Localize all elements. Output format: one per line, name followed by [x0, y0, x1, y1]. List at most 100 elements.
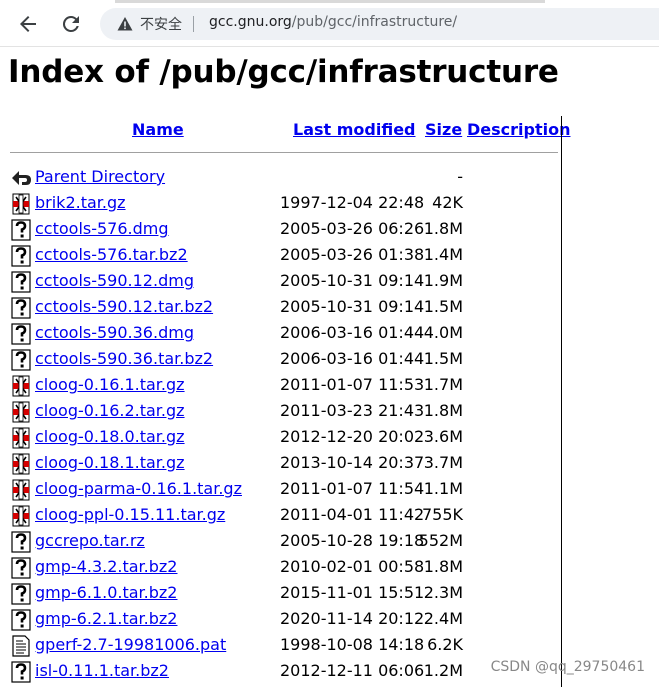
file-size: 1.9M [423, 271, 463, 290]
address-bar[interactable]: 不安全 gcc.gnu.org/pub/gcc/infrastructure/ [100, 8, 659, 40]
file-date: 1998-10-08 14:18 [280, 635, 425, 654]
file-link[interactable]: gccrepo.tar.rz [35, 531, 145, 550]
file-size: 1.8M [423, 401, 463, 420]
reload-icon [62, 15, 79, 32]
url-path: /pub/gcc/infrastructure/ [291, 14, 458, 30]
file-size: 42K [432, 193, 463, 212]
unknown-icon [10, 531, 32, 553]
file-date: 2013-10-14 20:37 [280, 453, 425, 472]
file-size: 6.2K [427, 635, 463, 654]
unknown-icon [10, 583, 32, 605]
file-date: 2006-03-16 01:44 [280, 323, 425, 342]
file-date: 2006-03-16 01:44 [280, 349, 425, 368]
file-date: 2020-11-14 20:12 [280, 609, 425, 628]
address-separator [193, 16, 194, 32]
text-file-icon [10, 635, 32, 657]
file-size: 1.2M [423, 661, 463, 680]
unknown-icon [10, 297, 32, 319]
unknown-icon [10, 219, 32, 241]
file-link[interactable]: cloog-0.16.2.tar.gz [35, 401, 185, 420]
compressed-icon [10, 375, 32, 397]
file-link[interactable]: cloog-0.18.1.tar.gz [35, 453, 185, 472]
parent-directory-link[interactable]: Parent Directory [35, 167, 165, 186]
parent-size: - [457, 167, 463, 186]
file-link[interactable]: gperf-2.7-19981006.pat [35, 635, 226, 654]
file-row: cloog-0.16.2.tar.gz 2011-03-23 21:43 1.8M [10, 399, 562, 425]
file-link[interactable]: cctools-590.36.dmg [35, 323, 194, 342]
security-status[interactable]: 不安全 [140, 14, 182, 34]
url-host: gcc.gnu.org [209, 14, 292, 30]
file-row: cloog-0.18.0.tar.gz 2012-12-20 20:02 3.6M [10, 425, 562, 451]
file-date: 2011-04-01 11:42 [280, 505, 425, 524]
column-header-size[interactable]: Size [425, 120, 462, 139]
unknown-icon [10, 349, 32, 371]
file-date: 2005-10-31 09:14 [280, 297, 425, 316]
file-link[interactable]: brik2.tar.gz [35, 193, 126, 212]
unknown-icon [10, 271, 32, 293]
file-row: isl-0.11.1.tar.bz2 2012-12-11 06:06 1.2M [10, 659, 562, 685]
file-size: 755K [421, 505, 463, 524]
file-link[interactable]: cloog-0.16.1.tar.gz [35, 375, 185, 394]
file-size: 552M [418, 531, 463, 550]
compressed-icon [10, 193, 32, 215]
browser-toolbar: 不安全 gcc.gnu.org/pub/gcc/infrastructure/ [0, 0, 659, 47]
file-row: cloog-parma-0.16.1.tar.gz 2011-01-07 11:5… [10, 477, 562, 503]
file-date: 2010-02-01 00:58 [280, 557, 425, 576]
tab-strip-edge [0, 0, 659, 4]
file-row: cctools-590.36.dmg 2006-03-16 01:44 4.0M [10, 321, 562, 347]
file-link[interactable]: gmp-6.2.1.tar.bz2 [35, 609, 177, 628]
column-header-last-modified[interactable]: Last modified [293, 120, 416, 139]
file-link[interactable]: cloog-0.18.0.tar.gz [35, 427, 185, 446]
directory-listing: Name Last modified Size Description Pare… [10, 116, 570, 687]
reload-button[interactable] [59, 12, 83, 36]
file-link[interactable]: cloog-ppl-0.15.11.tar.gz [35, 505, 225, 524]
unknown-icon [10, 557, 32, 579]
column-header-name[interactable]: Name [132, 120, 184, 139]
file-size: 1.1M [423, 479, 463, 498]
file-size: 2.3M [423, 583, 463, 602]
file-row: cloog-0.18.1.tar.gz 2013-10-14 20:37 3.7M [10, 451, 562, 477]
file-link[interactable]: gmp-4.3.2.tar.bz2 [35, 557, 177, 576]
file-row: gperf-2.7-19981006.pat 1998-10-08 14:18 6.… [10, 633, 562, 659]
file-size: 3.6M [423, 427, 463, 446]
file-date: 2005-03-26 06:26 [280, 219, 425, 238]
file-link[interactable]: cctools-590.12.dmg [35, 271, 194, 290]
compressed-icon [10, 453, 32, 475]
file-link[interactable]: isl-0.11.1.tar.bz2 [35, 661, 169, 680]
file-row: gmp-4.3.2.tar.bz2 2010-02-01 00:58 1.8M [10, 555, 562, 581]
column-header-description[interactable]: Description [467, 120, 570, 139]
file-date: 2005-10-28 19:18 [280, 531, 425, 550]
file-link[interactable]: cctools-590.36.tar.bz2 [35, 349, 213, 368]
file-link[interactable]: gmp-6.1.0.tar.bz2 [35, 583, 177, 602]
file-link[interactable]: cctools-590.12.tar.bz2 [35, 297, 213, 316]
back-button[interactable] [16, 12, 40, 36]
file-size: 1.7M [423, 375, 463, 394]
page-title: Index of /pub/gcc/infrastructure [8, 54, 559, 90]
file-row: gmp-6.2.1.tar.bz2 2020-11-14 20:12 2.4M [10, 607, 562, 633]
file-row: cctools-576.dmg 2005-03-26 06:26 1.8M [10, 217, 562, 243]
file-date: 2015-11-01 15:51 [280, 583, 425, 602]
compressed-icon [10, 401, 32, 423]
watermark: CSDN @qq_29750461 [490, 659, 645, 675]
file-size: 1.5M [423, 297, 463, 316]
file-link[interactable]: cloog-parma-0.16.1.tar.gz [35, 479, 242, 498]
compressed-icon [10, 427, 32, 449]
file-row: cloog-ppl-0.15.11.tar.gz 2011-04-01 11:42… [10, 503, 562, 529]
unknown-icon [10, 661, 32, 683]
parent-directory-row: Parent Directory - [10, 165, 562, 191]
header-divider [10, 152, 558, 153]
file-date: 2005-03-26 01:38 [280, 245, 425, 264]
file-row: cctools-590.36.tar.bz2 2006-03-16 01:44 1.… [10, 347, 562, 373]
file-link[interactable]: cctools-576.tar.bz2 [35, 245, 188, 264]
url-text[interactable]: gcc.gnu.org/pub/gcc/infrastructure/ [209, 14, 457, 30]
file-row: cloog-0.16.1.tar.gz 2011-01-07 11:53 1.7M [10, 373, 562, 399]
file-row: cctools-576.tar.bz2 2005-03-26 01:38 1.4M [10, 243, 562, 269]
file-row: gccrepo.tar.rz 2005-10-28 19:18 552M [10, 529, 562, 555]
file-size: 1.8M [423, 219, 463, 238]
file-link[interactable]: cctools-576.dmg [35, 219, 169, 238]
unknown-icon [10, 323, 32, 345]
file-size: 3.7M [423, 453, 463, 472]
compressed-icon [10, 479, 32, 501]
warning-icon[interactable] [117, 16, 133, 32]
unknown-icon [10, 245, 32, 267]
